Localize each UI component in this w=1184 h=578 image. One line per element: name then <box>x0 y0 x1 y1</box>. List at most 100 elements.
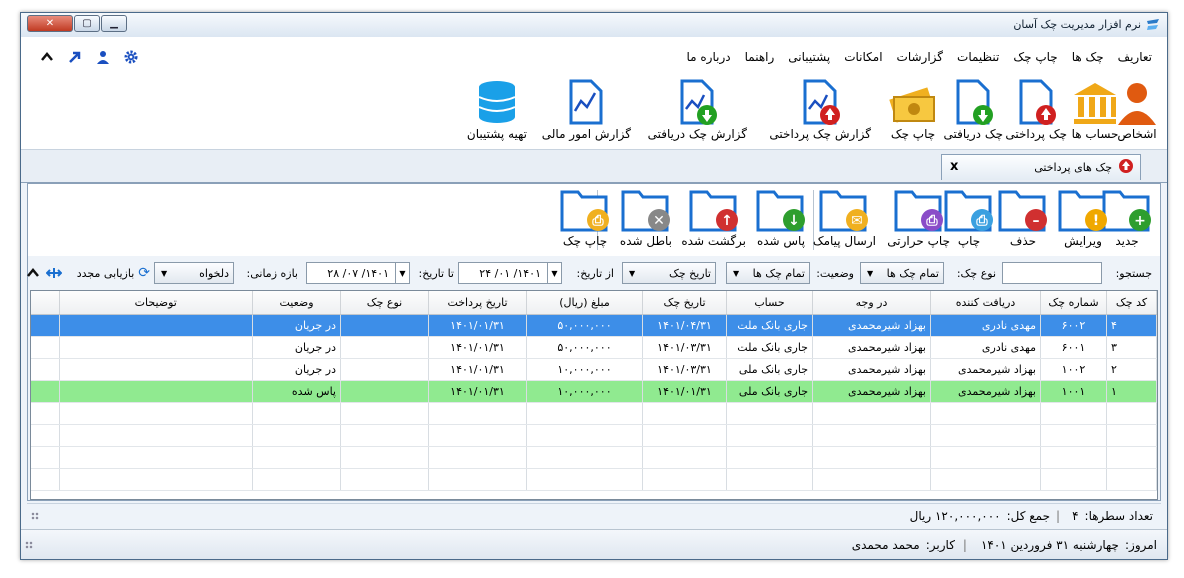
table-cell: بهزاد شیرمحمدی <box>812 380 931 403</box>
table-cell <box>340 358 429 381</box>
column-header[interactable]: در وجه <box>812 291 931 315</box>
column-header[interactable]: حساب <box>726 291 813 315</box>
column-header[interactable]: تاریخ پرداخت <box>428 291 527 315</box>
gear-icon[interactable] <box>123 49 139 65</box>
empty-cell <box>726 402 813 425</box>
table-cell <box>59 314 253 337</box>
toolbar-button-8[interactable]: ✕ باطل شده <box>620 186 672 248</box>
menu-item-3[interactable]: تنظیمات <box>950 50 1006 64</box>
ribbon: اشخاص حساب ها چک پرداختی چک دریافتی چاپ چک گز… <box>21 77 1167 149</box>
toolbar-button-4[interactable]: ⎙ چاپ حرارتی <box>887 186 950 248</box>
toolbar-button-9[interactable]: ⎙ چاپ چک <box>560 186 610 248</box>
ribbon-doc-up-button[interactable]: چک پرداختی <box>1005 77 1067 141</box>
folder-icon: ⎙ <box>560 186 610 234</box>
ribbon-bank-button[interactable]: حساب ها <box>1069 77 1121 141</box>
menu-bar: تعاریف چک ها چاپ چک تنظیمات گزارشات امکانات پش… <box>21 37 1167 77</box>
column-header[interactable]: شماره چک <box>1040 291 1107 315</box>
svg-text:⎙: ⎙ <box>925 213 938 229</box>
ribbon-report-button[interactable]: گزارش امور مالی <box>542 77 631 141</box>
menu-item-1[interactable]: چک ها <box>1065 50 1111 64</box>
minimize-button[interactable]: ▁ <box>101 15 127 32</box>
row-selector[interactable] <box>31 380 60 403</box>
column-header[interactable]: مبلغ (ریال) <box>526 291 643 315</box>
table-row[interactable]: ۴ ۶۰۰۲ مهدی نادری بهزاد شیرمحمدی جاری بانک م… <box>31 314 1157 337</box>
empty-cell <box>340 468 429 491</box>
row-selector[interactable] <box>31 358 60 381</box>
toolbar-button-1[interactable]: ! ویرایش <box>1058 186 1108 248</box>
from-date-picker[interactable]: ▼ ۱۴۰۱/ ۰۱/ ۲۴ <box>458 262 562 284</box>
empty-cell <box>340 446 429 469</box>
table-cell: پاس شده <box>252 380 341 403</box>
column-header[interactable]: نوع چک <box>340 291 429 315</box>
toolbar-button-2[interactable]: – حذف <box>998 186 1048 248</box>
toolbar-button-7[interactable]: ↑ برگشت شده <box>681 186 746 248</box>
toolbar-label: پاس شده <box>756 234 806 248</box>
empty-cell <box>31 402 60 425</box>
ribbon-money-button[interactable]: چاپ چک <box>887 77 939 141</box>
move-arrows-icon[interactable] <box>46 262 62 284</box>
refresh-button[interactable]: ⟳ بازیابی مجدد <box>77 262 150 284</box>
search-input[interactable] <box>1002 262 1102 284</box>
column-header[interactable]: تاریخ چک <box>642 291 727 315</box>
svg-text:⎙: ⎙ <box>975 213 988 229</box>
menu-item-5[interactable]: امکانات <box>837 50 889 64</box>
empty-cell <box>59 402 253 425</box>
toolbar-label: چاپ حرارتی <box>887 234 950 248</box>
table-cell <box>59 380 253 403</box>
ribbon-doc-down-button[interactable]: چک دریافتی <box>944 77 1003 141</box>
column-header[interactable]: دریافت کننده <box>930 291 1041 315</box>
collapse-filter-icon[interactable] <box>26 262 40 284</box>
arrow-up-right-icon[interactable] <box>67 49 83 65</box>
ribbon-database-button[interactable]: تهیه پشتیبان <box>467 77 527 141</box>
menu-item-6[interactable]: پشتیبانی <box>781 50 837 64</box>
type-select[interactable]: تمام چک ها ▼ <box>860 262 944 284</box>
toolbar-button-0[interactable]: + جدید <box>1102 186 1152 248</box>
svg-text:↓: ↓ <box>788 213 800 229</box>
ribbon-report-down-button[interactable]: گزارش چک دریافتی <box>648 77 747 141</box>
table-cell: بهزاد شیرمحمدی <box>930 358 1041 381</box>
toolbar-button-6[interactable]: ↓ پاس شده <box>756 186 806 248</box>
checks-table: کد چک شماره چک دریافت کننده در وجه حساب تاریخ… <box>30 290 1158 500</box>
menu-item-0[interactable]: تعاریف <box>1111 50 1159 64</box>
toolbar-label: ویرایش <box>1064 234 1102 248</box>
row-selector[interactable] <box>31 314 60 337</box>
table-cell: مهدی نادری <box>930 336 1041 359</box>
tab-close-icon[interactable]: x <box>950 159 958 174</box>
column-header[interactable]: وضعیت <box>252 291 341 315</box>
toolbar-button-5[interactable]: ✉ ارسال پیامک <box>813 186 876 248</box>
menu-item-4[interactable]: گزارشات <box>890 50 950 64</box>
toolbar-label: جدید <box>1115 234 1139 248</box>
column-header[interactable]: کد چک <box>1106 291 1157 315</box>
collapse-ribbon-icon[interactable] <box>39 49 55 65</box>
folder-icon: ✕ <box>621 186 671 234</box>
table-row[interactable]: ۲ ۱۰۰۲ بهزاد شیرمحمدی بهزاد شیرمحمدی جاری با… <box>31 358 1157 381</box>
range-select[interactable]: دلخواه ▼ <box>154 262 234 284</box>
user-icon[interactable] <box>95 49 111 65</box>
date-field-select[interactable]: تاریخ چک ▼ <box>622 262 716 284</box>
status-select[interactable]: تمام چک ها ▼ <box>726 262 810 284</box>
toolbar-label: چاپ چک <box>562 234 608 248</box>
status-bar: امروز: چهارشنبه ۳۱ فروردین ۱۴۰۱ | کاربر:… <box>21 529 1167 559</box>
table-row[interactable]: ۱ ۱۰۰۱ بهزاد شیرمحمدی بهزاد شیرمحمدی جاری با… <box>31 380 1157 403</box>
status-grip-icon <box>25 541 33 549</box>
maximize-button[interactable]: ▢ <box>74 15 100 32</box>
refresh-label: بازیابی مجدد <box>76 266 135 280</box>
table-row[interactable]: ۳ ۶۰۰۱ مهدی نادری بهزاد شیرمحمدی جاری بانک م… <box>31 336 1157 359</box>
folder-icon: ✉ <box>819 186 869 234</box>
svg-text:⎙: ⎙ <box>591 213 604 229</box>
empty-cell <box>726 424 813 447</box>
ribbon-report-up-button[interactable]: گزارش چک پرداختی <box>769 77 871 141</box>
empty-cell <box>252 402 341 425</box>
resize-grip-icon <box>31 512 39 520</box>
to-date-picker[interactable]: ▼ ۱۴۰۱/ ۰۷/ ۲۸ <box>306 262 410 284</box>
toolbar-button-3[interactable]: ⎙ چاپ <box>944 186 994 248</box>
row-selector[interactable] <box>31 336 60 359</box>
close-button[interactable]: ✕ <box>27 15 73 32</box>
column-header[interactable]: توضیحات <box>59 291 253 315</box>
menu-item-7[interactable]: راهنما <box>738 50 782 64</box>
menu-item-2[interactable]: چاپ چک <box>1006 50 1064 64</box>
svg-text:+: + <box>1134 213 1146 229</box>
menu-item-8[interactable]: درباره ما <box>679 50 737 64</box>
tab-payable-checks[interactable]: چک های پرداختی x <box>941 154 1141 180</box>
empty-cell <box>642 468 727 491</box>
